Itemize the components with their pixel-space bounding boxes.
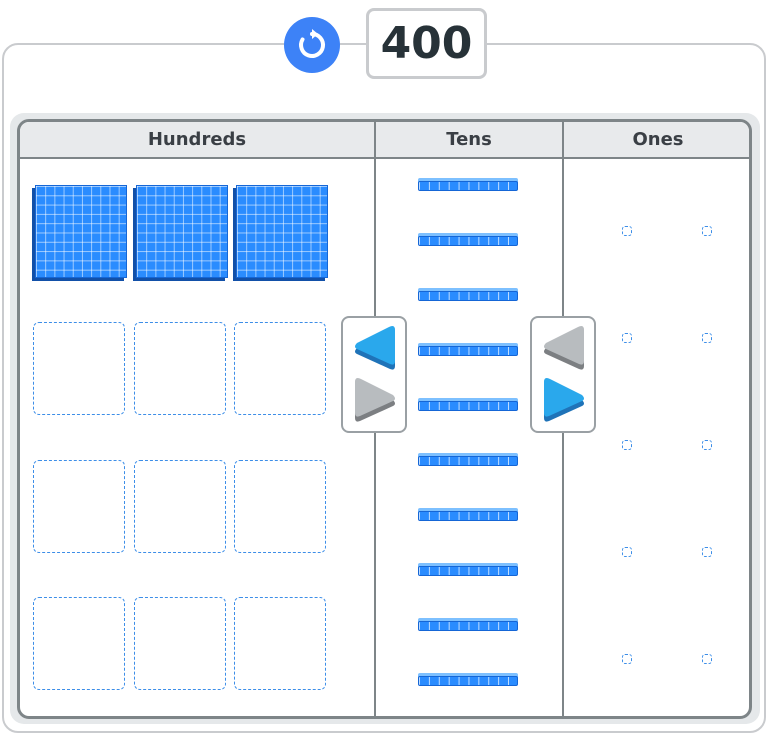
hundreds-tens-controls [341, 316, 407, 433]
number-display: 400 [366, 8, 487, 79]
ten-rod[interactable] [418, 676, 518, 686]
one-slot[interactable] [622, 547, 632, 557]
ten-rod[interactable] [418, 456, 518, 466]
hundred-block[interactable] [136, 185, 228, 278]
hundred-block[interactable] [35, 185, 127, 278]
ten-rod[interactable] [418, 511, 518, 521]
one-slot[interactable] [702, 440, 712, 450]
one-slot[interactable] [622, 333, 632, 343]
ones-header: Ones [632, 129, 684, 150]
reset-button[interactable] [284, 17, 340, 73]
one-slot[interactable] [702, 226, 712, 236]
ten-rod[interactable] [418, 401, 518, 411]
ten-rod[interactable] [418, 346, 518, 356]
regroup-right-arrow-button[interactable] [351, 378, 399, 424]
refresh-icon [299, 29, 325, 58]
hundred-slot[interactable] [33, 597, 125, 690]
regroup-left-arrow-button[interactable] [540, 326, 588, 372]
hundred-slot[interactable] [234, 460, 326, 553]
hundred-slot[interactable] [234, 322, 326, 415]
ten-rod[interactable] [418, 181, 518, 191]
one-slot[interactable] [702, 654, 712, 664]
one-slot[interactable] [622, 654, 632, 664]
hundreds-header: Hundreds [147, 129, 247, 150]
hundred-slot[interactable] [134, 597, 226, 690]
regroup-right-arrow-button[interactable] [540, 378, 588, 424]
ten-rod[interactable] [418, 236, 518, 246]
hundred-slot[interactable] [33, 322, 125, 415]
one-slot[interactable] [702, 547, 712, 557]
hundred-slot[interactable] [134, 460, 226, 553]
hundred-block[interactable] [236, 185, 328, 278]
ten-rod[interactable] [418, 566, 518, 576]
hundred-slot[interactable] [134, 322, 226, 415]
one-slot[interactable] [702, 333, 712, 343]
one-slot[interactable] [622, 440, 632, 450]
hundred-slot[interactable] [234, 597, 326, 690]
ten-rod[interactable] [418, 621, 518, 631]
regroup-left-arrow-button[interactable] [351, 326, 399, 372]
tens-header: Tens [446, 129, 492, 150]
one-slot[interactable] [622, 226, 632, 236]
tens-ones-controls [530, 316, 596, 433]
hundred-slot[interactable] [33, 460, 125, 553]
ten-rod[interactable] [418, 291, 518, 301]
